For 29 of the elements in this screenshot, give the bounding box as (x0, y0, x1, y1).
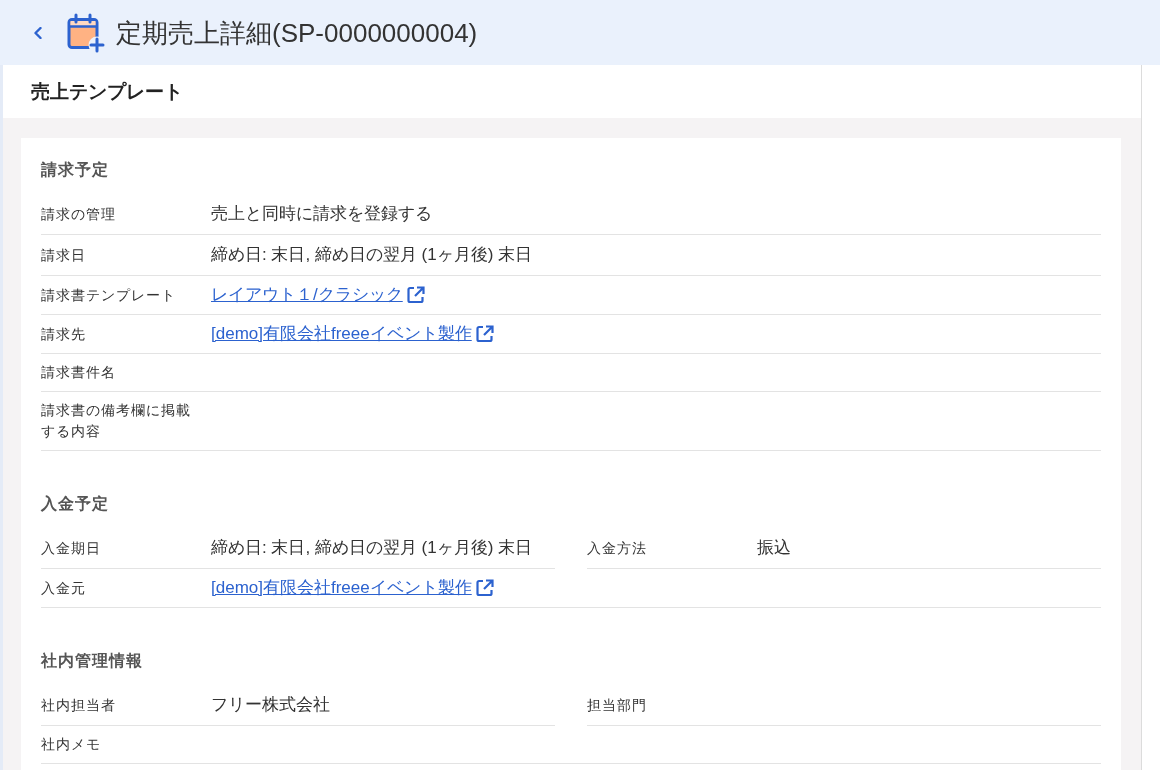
field-label: 入金期日 (41, 538, 102, 558)
field-label: 入金方法 (587, 538, 648, 558)
field-label: 請求書テンプレート (41, 285, 177, 305)
page-title: 定期売上詳細(SP-0000000004) (116, 16, 478, 49)
field-value: 締め日: 末日, 締め日の翌月 (1ヶ月後) 末日 (211, 244, 533, 266)
field-value: フリー株式会社 (211, 694, 330, 716)
field-label: 担当部門 (587, 695, 648, 715)
field-label: 社内担当者 (41, 695, 117, 715)
external-link-icon (474, 578, 495, 598)
field-label: 請求書の備考欄に掲載する内容 (41, 401, 192, 441)
panel-title: 売上テンプレート (31, 79, 183, 104)
field-label: 入金元 (41, 578, 87, 598)
field-label: 請求日 (41, 245, 87, 265)
calendar-plus-icon (66, 12, 106, 53)
field-link[interactable]: [demo]有限会社freeeイベント製作 (211, 323, 472, 345)
field-link[interactable]: [demo]有限会社freeeイベント製作 (211, 577, 472, 599)
chevron-left-icon (34, 26, 42, 39)
external-link-icon (405, 285, 426, 305)
field-label: 請求先 (41, 324, 87, 344)
external-link-icon (474, 324, 495, 344)
section-title: 社内管理情報 (41, 651, 143, 671)
field-value: 売上と同時に請求を登録する (211, 203, 432, 225)
field-link[interactable]: レイアウト１/クラシック (211, 284, 403, 306)
field-label: 社内メモ (41, 735, 102, 754)
field-value: 締め日: 末日, 締め日の翌月 (1ヶ月後) 末日 (211, 537, 533, 559)
section-title: 請求予定 (41, 160, 109, 180)
section-title: 入金予定 (41, 494, 109, 514)
field-label: 請求の管理 (41, 204, 117, 224)
field-value: 振込 (757, 537, 791, 559)
